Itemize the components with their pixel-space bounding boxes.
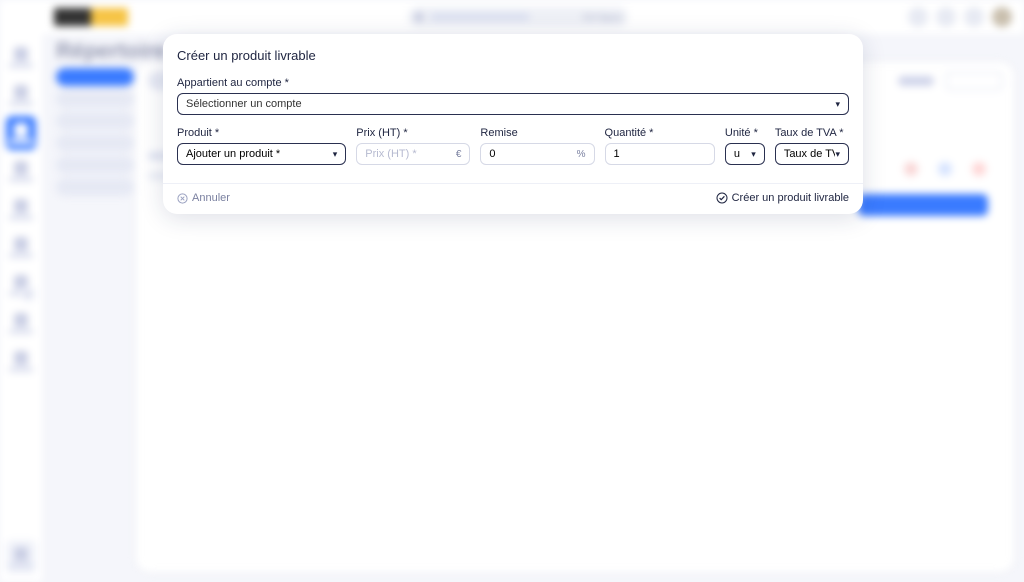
product-label: Produit * <box>177 127 346 139</box>
close-icon <box>177 193 188 204</box>
discount-input-field[interactable] <box>489 148 576 160</box>
chevron-down-icon: ▾ <box>835 149 840 160</box>
cancel-button[interactable]: Annuler <box>177 192 230 204</box>
modal-title: Créer un produit livrable <box>177 48 849 63</box>
vat-label: Taux de TVA * <box>775 127 849 139</box>
chevron-down-icon: ▾ <box>751 149 756 160</box>
price-label: Prix (HT) * <box>356 127 470 139</box>
check-circle-icon <box>716 192 728 204</box>
discount-input[interactable]: % <box>480 143 594 165</box>
vat-select-input[interactable]: Taux de TVA <box>784 148 836 160</box>
account-label: Appartient au compte * <box>177 77 849 89</box>
percent-suffix: % <box>577 149 586 160</box>
quantity-input-field[interactable] <box>614 148 706 160</box>
quantity-input[interactable] <box>605 143 715 165</box>
account-select-input[interactable]: Sélectionner un compte <box>186 98 835 110</box>
price-input[interactable]: € <box>356 143 470 165</box>
submit-button[interactable]: Créer un produit livrable <box>716 192 849 204</box>
unit-label: Unité * <box>725 127 765 139</box>
chevron-down-icon: ▾ <box>835 99 840 110</box>
account-select[interactable]: Sélectionner un compte ▾ <box>177 93 849 115</box>
price-input-field[interactable] <box>365 148 456 160</box>
discount-label: Remise <box>480 127 594 139</box>
chevron-down-icon: ▾ <box>333 149 338 160</box>
vat-select[interactable]: Taux de TVA ▾ <box>775 143 849 165</box>
unit-select-input[interactable]: u <box>734 148 751 160</box>
cancel-label: Annuler <box>192 192 230 204</box>
euro-suffix: € <box>456 149 462 160</box>
submit-label: Créer un produit livrable <box>732 192 849 204</box>
unit-select[interactable]: u ▾ <box>725 143 765 165</box>
quantity-label: Quantité * <box>605 127 715 139</box>
product-select-input[interactable]: Ajouter un produit * <box>186 148 333 160</box>
product-select[interactable]: Ajouter un produit * ▾ <box>177 143 346 165</box>
create-product-modal: Créer un produit livrable Appartient au … <box>163 34 863 214</box>
